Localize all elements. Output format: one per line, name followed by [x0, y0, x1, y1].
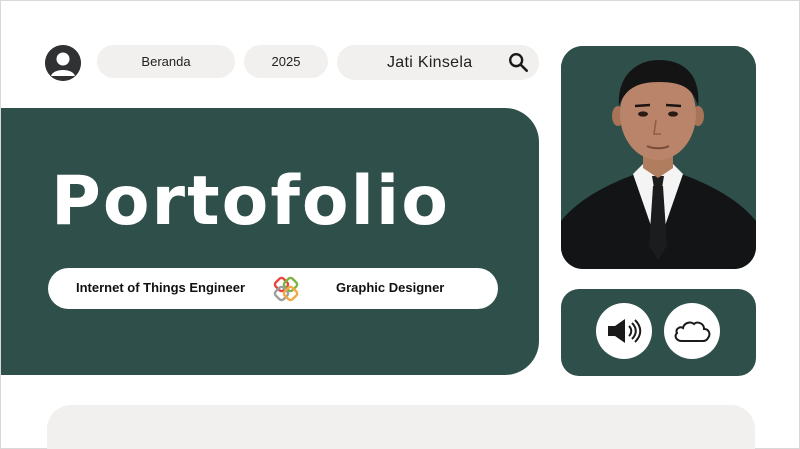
- hero-banner: Portofolio Internet of Things Engineer G…: [1, 108, 539, 375]
- roles-bar: Internet of Things Engineer Graphic Desi…: [48, 268, 498, 309]
- cloud-icon: [674, 321, 711, 342]
- role-iot-engineer: Internet of Things Engineer: [76, 280, 246, 295]
- nav-home-button[interactable]: Beranda: [97, 45, 235, 78]
- nav-year-label: 2025: [271, 54, 301, 69]
- cloud-button[interactable]: [664, 303, 720, 359]
- interlocked-hearts-logo-icon: [273, 276, 299, 302]
- content-panel: [47, 405, 755, 449]
- page-title: Portofolio: [51, 162, 450, 241]
- search-input[interactable]: Jati Kinsela: [387, 54, 472, 72]
- search-icon[interactable]: [507, 51, 529, 73]
- nav-home-label: Beranda: [141, 54, 191, 69]
- nav-year-button[interactable]: 2025: [244, 45, 328, 78]
- search-bar[interactable]: Jati Kinsela: [337, 45, 539, 80]
- user-avatar-icon[interactable]: [45, 45, 81, 81]
- sound-button[interactable]: [596, 303, 652, 359]
- profile-photo: [561, 46, 756, 269]
- role-graphic-designer: Graphic Designer: [336, 280, 445, 295]
- media-controls-panel: [561, 289, 756, 376]
- speaker-icon: [608, 319, 642, 343]
